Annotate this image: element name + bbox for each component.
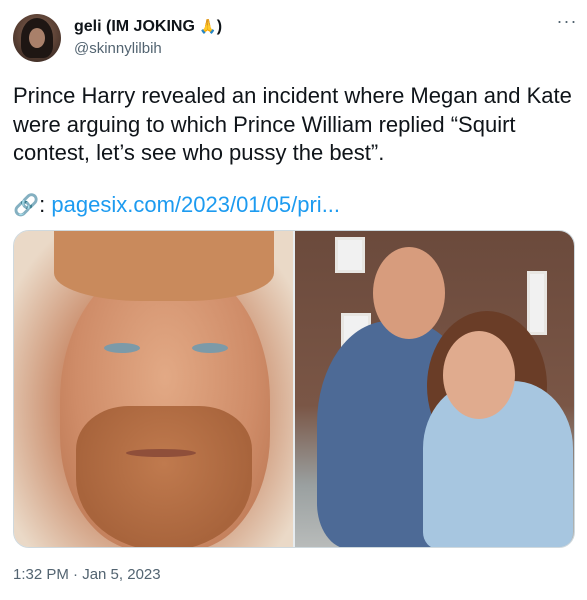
link-icon: 🔗 (13, 194, 40, 217)
kate-head (443, 331, 515, 419)
photo-prince-harry[interactable] (14, 231, 293, 547)
harry-mouth (126, 449, 196, 457)
praying-hands-icon: 🙏 (199, 18, 217, 34)
author-handle[interactable]: @skinnylilbih (74, 40, 162, 57)
tweet-link-line: 🔗: pagesix.com/2023/01/05/pri... (13, 192, 340, 218)
avatar[interactable] (13, 14, 61, 62)
display-name-text: geli (IM JOKING (74, 18, 200, 35)
building-window (335, 237, 365, 273)
more-options-icon[interactable]: ··· (555, 12, 579, 36)
harry-eye-left (104, 343, 140, 353)
link-colon: : (39, 192, 46, 217)
harry-beard (76, 406, 252, 547)
tweet-timestamp[interactable]: 1:32 PM · Jan 5, 2023 (13, 566, 161, 583)
harry-eye-right (192, 343, 228, 353)
william-head (373, 247, 445, 339)
harry-hair (54, 231, 274, 301)
author-display-name[interactable]: geli (IM JOKING 🙏) (74, 18, 222, 36)
tweet-link[interactable]: pagesix.com/2023/01/05/pri... (51, 192, 340, 217)
avatar-face (29, 28, 45, 48)
media-grid (13, 230, 575, 548)
tweet-card: geli (IM JOKING 🙏) @skinnylilbih ··· Pri… (0, 0, 587, 600)
building-window (527, 271, 547, 335)
photo-william-and-kate[interactable] (295, 231, 574, 547)
tweet-text: Prince Harry revealed an incident where … (13, 83, 572, 165)
display-name-suffix: ) (216, 18, 223, 35)
